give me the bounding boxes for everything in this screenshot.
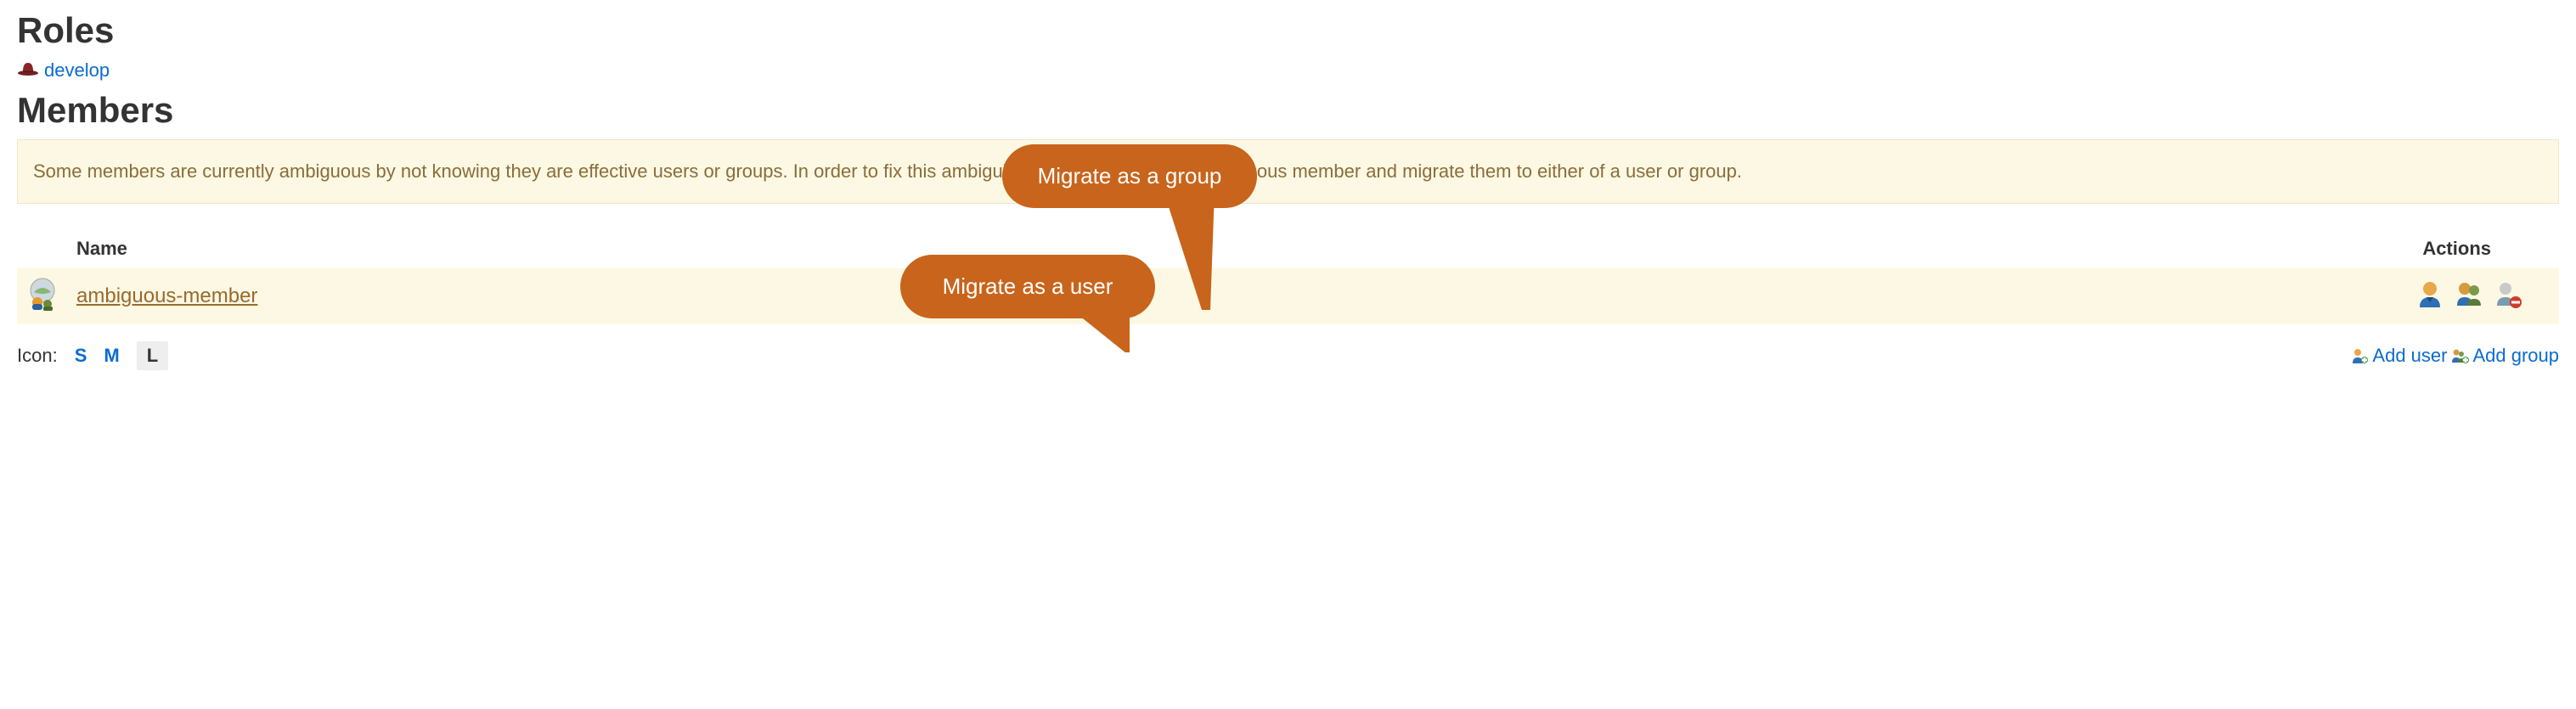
add-group-label: Add group — [2472, 345, 2559, 367]
col-actions: Actions — [1467, 229, 2559, 268]
add-group-icon — [2450, 346, 2469, 365]
remove-member-icon[interactable] — [2493, 279, 2523, 314]
icon-size-m[interactable]: M — [104, 345, 119, 367]
table-row: ambiguous-member — [17, 268, 2559, 324]
icon-size-label: Icon: — [17, 345, 58, 367]
icon-size-selector: Icon: S M L — [17, 341, 168, 370]
hat-icon — [17, 59, 39, 82]
role-entry: develop — [17, 59, 2559, 82]
add-group-link[interactable]: Add group — [2450, 345, 2559, 367]
member-link[interactable]: ambiguous-member — [76, 284, 257, 307]
role-link[interactable]: develop — [44, 59, 110, 82]
add-user-label: Add user — [2372, 345, 2447, 367]
members-heading: Members — [17, 90, 2559, 131]
icon-size-s[interactable]: S — [75, 345, 87, 367]
ambiguous-member-icon — [25, 294, 59, 315]
ambiguity-notice: Some members are currently ambiguous by … — [17, 139, 2559, 204]
callout-migrate-group: Migrate as a group — [1002, 144, 1257, 208]
add-user-link[interactable]: Add user — [2350, 345, 2447, 367]
migrate-as-group-icon[interactable] — [2454, 279, 2484, 314]
members-table: Name Actions — [17, 229, 2559, 324]
icon-size-l[interactable]: L — [137, 341, 168, 370]
callout-migrate-user: Migrate as a user — [900, 255, 1155, 318]
roles-heading: Roles — [17, 10, 2559, 51]
migrate-as-user-icon[interactable] — [2415, 279, 2445, 314]
col-name: Name — [68, 229, 1467, 268]
add-user-icon — [2350, 346, 2369, 365]
